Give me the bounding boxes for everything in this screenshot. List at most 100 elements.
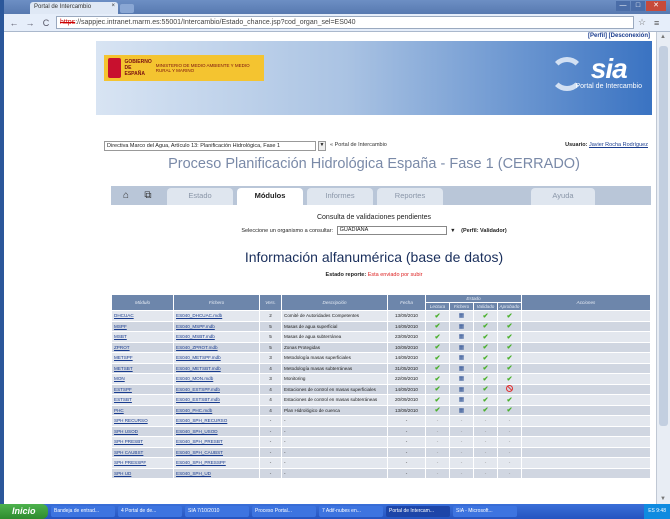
actions-cell[interactable] (521, 383, 651, 395)
fichero-link[interactable]: ES040_SPH_UD (173, 467, 260, 479)
modulo-link[interactable]: MSPF (111, 320, 174, 332)
table-grid-icon[interactable]: ▦ (459, 387, 465, 393)
actions-cell[interactable] (521, 310, 651, 322)
chevron-down-icon[interactable]: ▼ (318, 141, 326, 151)
scroll-down-icon[interactable]: ▼ (660, 496, 666, 502)
maximize-button[interactable]: □ (631, 1, 645, 11)
modulo-link[interactable]: ZPROT (111, 341, 174, 353)
taskbar-item[interactable]: SIA 7/10/2010 (185, 506, 249, 517)
modulo-link[interactable]: SPH CAUBST (111, 446, 174, 458)
modulo-link[interactable]: METSPF (111, 352, 174, 364)
modulo-link[interactable]: ESTSPF (111, 383, 174, 395)
table-grid-icon[interactable]: ▦ (459, 366, 465, 372)
actions-cell[interactable] (521, 467, 651, 479)
fichero-link[interactable]: ES040_METSBT.mdb (173, 362, 260, 374)
scroll-up-icon[interactable]: ▲ (660, 34, 666, 40)
status-cell: ✔ (473, 352, 498, 364)
user-name-link[interactable]: Javier Rocha Rodríguez (589, 142, 648, 148)
actions-cell[interactable] (521, 415, 651, 427)
tab-close-icon[interactable]: × (111, 3, 115, 9)
actions-cell[interactable] (521, 362, 651, 374)
actions-cell[interactable] (521, 446, 651, 458)
table-grid-icon[interactable]: ▦ (459, 376, 465, 382)
table-grid-icon[interactable]: ▦ (459, 313, 465, 319)
fichero-link[interactable]: ES040_SPH_USOD (173, 425, 260, 437)
process-select[interactable]: Directiva Marco del Agua, Artículo 13: P… (104, 141, 316, 151)
modulo-link[interactable]: PHC (111, 404, 174, 416)
back-arrow-icon[interactable]: ← (8, 17, 20, 29)
wrench-icon[interactable]: ≡ (654, 18, 666, 28)
fichero-link[interactable]: ES040_MON.mdb (173, 373, 260, 385)
taskbar-item[interactable]: 7 Adif-nubes en... (319, 506, 383, 517)
fichero-link[interactable]: ES040_MSBT.mdb (173, 331, 260, 343)
col-validado: Validado (473, 302, 498, 311)
fichero-link[interactable]: ES040_ESTSBT.mdb (173, 394, 260, 406)
start-button[interactable]: Inicio (0, 504, 48, 519)
taskbar-item[interactable]: 4 Portal de de... (118, 506, 182, 517)
actions-cell[interactable] (521, 373, 651, 385)
modulo-link[interactable]: MSBT (111, 331, 174, 343)
portal-link[interactable]: « Portal de Intercambio (330, 142, 387, 148)
table-grid-icon[interactable]: ▦ (459, 397, 465, 403)
actions-cell[interactable] (521, 404, 651, 416)
table-grid-icon[interactable]: ▦ (459, 334, 465, 340)
actions-cell[interactable] (521, 341, 651, 353)
fichero-link[interactable]: ES040_PHC.mdb (173, 404, 260, 416)
taskbar-item[interactable]: SIA - Microsoft... (453, 506, 517, 517)
vertical-scrollbar[interactable]: ▲ ▼ (656, 32, 670, 504)
actions-cell[interactable] (521, 320, 651, 332)
forward-arrow-icon[interactable]: → (24, 17, 36, 29)
reload-icon[interactable]: C (40, 17, 52, 29)
fichero-link[interactable]: ES040_METSPF.mdb (173, 352, 260, 364)
fichero-link[interactable]: ES040_MSPF.mdb (173, 320, 260, 332)
actions-cell[interactable] (521, 425, 651, 437)
table-grid-icon[interactable]: ▦ (459, 355, 465, 361)
modulo-link[interactable]: SPH UD (111, 467, 174, 479)
taskbar-item[interactable]: Portal de Intercam... (386, 506, 450, 517)
actions-cell[interactable] (521, 436, 651, 448)
modulo-link[interactable]: METSBT (111, 362, 174, 374)
scrollbar-thumb[interactable] (659, 46, 668, 426)
tab-estado[interactable]: Estado (167, 188, 233, 205)
new-tab-button[interactable] (120, 4, 134, 13)
actions-cell[interactable] (521, 352, 651, 364)
actions-cell[interactable] (521, 331, 651, 343)
fichero-link[interactable]: ES040_SPH_PRESBT (173, 436, 260, 448)
modulo-link[interactable]: MON (111, 373, 174, 385)
organism-select[interactable]: GUADIANA (336, 226, 447, 235)
fichero-link[interactable]: ES040_SPH_PRESSPF (173, 457, 260, 469)
minimize-button[interactable]: — (616, 1, 630, 11)
actions-cell[interactable] (521, 394, 651, 406)
browser-tab[interactable]: Portal de Intercambio × (30, 2, 118, 14)
taskbar-item[interactable]: Proceso Portal... (252, 506, 316, 517)
modulo-link[interactable]: SPH RECURSO (111, 415, 174, 427)
organism-dropdown-icon[interactable]: ▼ (450, 228, 455, 234)
tab-informes[interactable]: Informes (307, 188, 373, 205)
table-grid-icon[interactable]: ▦ (459, 324, 465, 330)
modulo-link[interactable]: DHCUAC (111, 310, 174, 322)
table-row: MSBT ES040_MSBT.mdb 5 Masas de agua subterr… (111, 331, 651, 343)
home-icon[interactable]: ⌂ (119, 189, 133, 202)
actions-cell[interactable] (521, 457, 651, 469)
exit-icon[interactable]: ⧉ (141, 189, 155, 202)
tab-ayuda[interactable]: Ayuda (531, 188, 595, 205)
fichero-link[interactable]: ES040_ESTSPF.mdb (173, 383, 260, 395)
modulo-link[interactable]: ESTSBT (111, 394, 174, 406)
fichero-link[interactable]: ES040_DHCUAC.mdb (173, 310, 260, 322)
modulo-link[interactable]: SPH PRESBT (111, 436, 174, 448)
fichero-link[interactable]: ES040_ZPROT.mdb (173, 341, 260, 353)
close-window-button[interactable]: ✕ (646, 1, 666, 11)
table-grid-icon[interactable]: ▦ (459, 345, 465, 351)
profile-links[interactable]: [Perfil] [Desconexión] (588, 33, 650, 39)
taskbar-item[interactable]: Bandeja de entrad... (51, 506, 115, 517)
modulo-link[interactable]: SPH USOD (111, 425, 174, 437)
url-input[interactable]: https://sappjec.intranet.marm.es:55001/I… (56, 16, 634, 29)
bookmark-star-icon[interactable]: ☆ (638, 17, 650, 28)
modulo-link[interactable]: SPH PRESSPF (111, 457, 174, 469)
fichero-link[interactable]: ES040_SPH_RECURSO (173, 415, 260, 427)
fichero-link[interactable]: ES040_SPH_CAUBST (173, 446, 260, 458)
user-info: Usuario: Javier Rocha Rodríguez (565, 142, 648, 148)
tab-reportes[interactable]: Reportes (377, 188, 443, 205)
table-grid-icon[interactable]: ▦ (459, 408, 465, 414)
tab-modulos[interactable]: Módulos (237, 188, 303, 205)
